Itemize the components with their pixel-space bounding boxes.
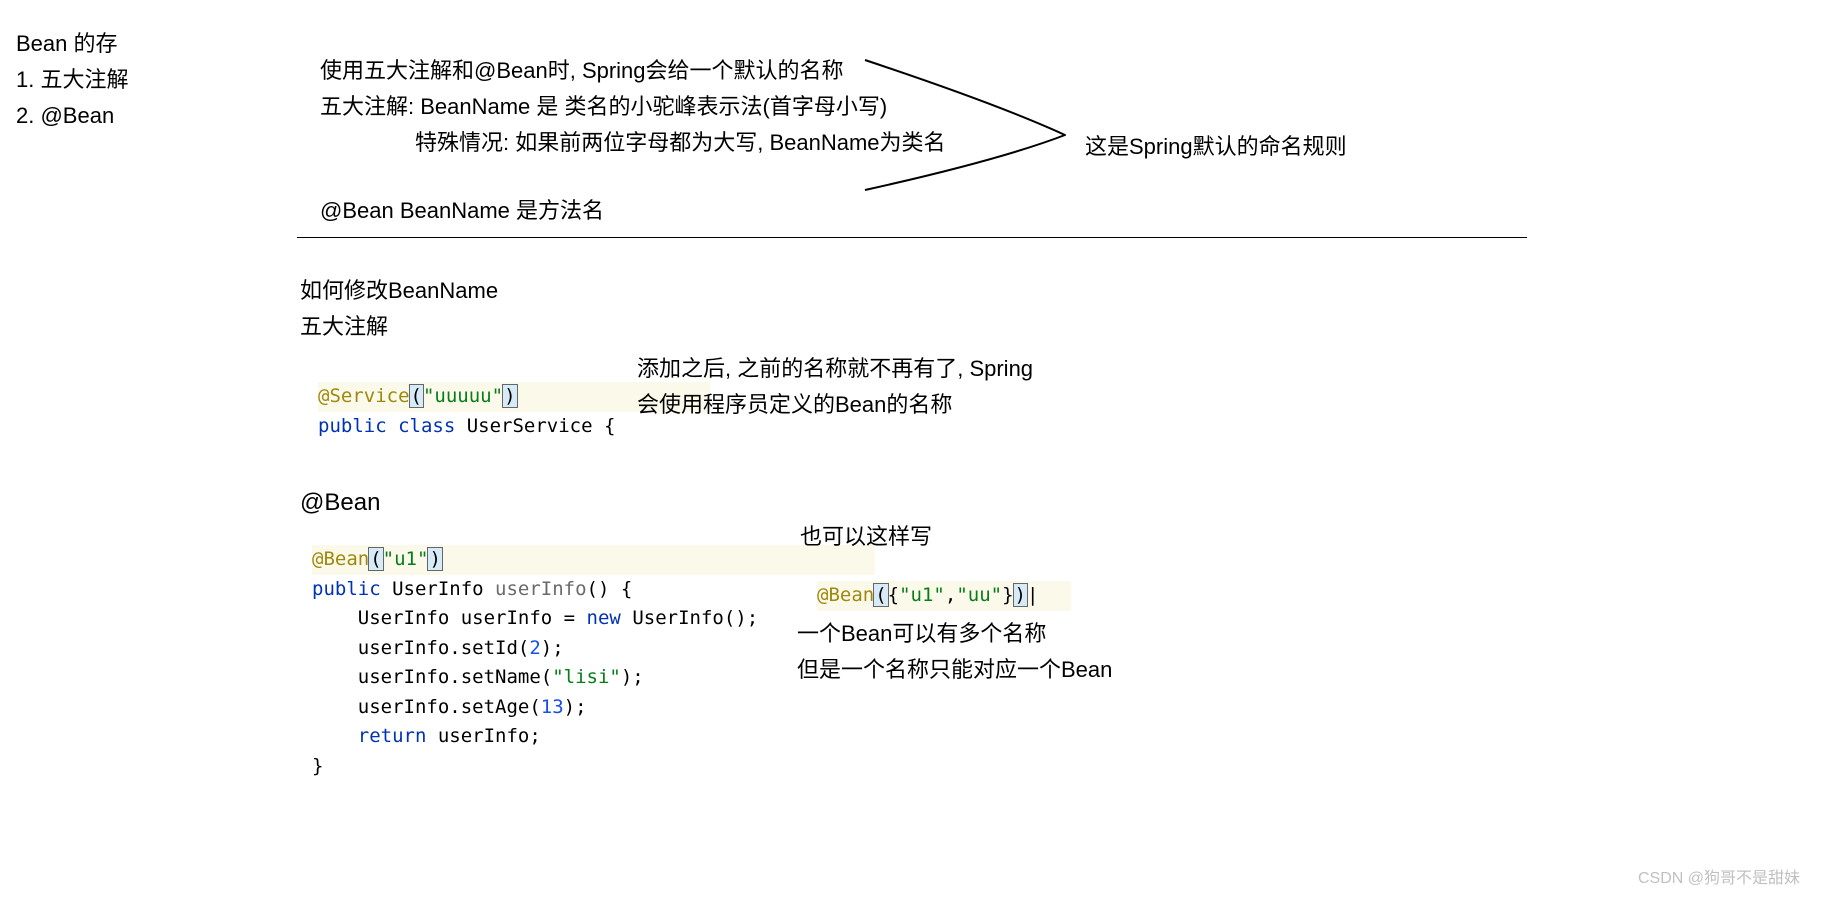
sidebar-title: Bean 的存 (16, 26, 118, 61)
note2b: 一个Bean可以有多个名称 (797, 615, 1046, 652)
c3s1: "u1" (899, 584, 945, 606)
note2a: 也可以这样写 (800, 518, 932, 555)
c2l5s: "lisi" (552, 666, 621, 688)
c2l4n: 2 (529, 637, 540, 659)
ann-service: @Service (318, 385, 410, 407)
note1a: 添加之后, 之前的名称就不再有了, Spring (637, 350, 1033, 387)
sidebar-item-1: 1. 五大注解 (16, 62, 128, 97)
kw-return: return (312, 725, 426, 747)
callout-text: 这是Spring默认的命名规则 (1085, 128, 1347, 165)
c2q1: " (383, 548, 394, 570)
c2rest: () { (587, 578, 633, 600)
sidebar-item-2: 2. @Bean (16, 98, 114, 133)
c2l8: } (312, 755, 323, 777)
note2c: 但是一个名称只能对应一个Bean (797, 651, 1112, 688)
c2q2: " (417, 548, 428, 570)
c2l6a: userInfo.setAge( (312, 696, 541, 718)
top-line4: @Bean BeanName 是方法名 (320, 192, 604, 229)
bracket-icon (860, 55, 1080, 195)
section2-title: 如何修改BeanName (300, 272, 498, 309)
c2val: u1 (394, 548, 417, 570)
q1: " (423, 385, 434, 407)
c2l3b: UserInfo(); (621, 607, 758, 629)
c2l6b: ); (564, 696, 587, 718)
c2l5a: userInfo.setName( (312, 666, 552, 688)
section2-sub1: 五大注解 (300, 308, 388, 345)
c2l4b: ); (541, 637, 564, 659)
code1-rest: UserService { (455, 415, 615, 437)
kw-public: public (318, 415, 387, 437)
ann-bean2: @Bean (817, 584, 874, 606)
c3s2: "uu" (956, 584, 1002, 606)
kw-public2: public (312, 578, 381, 600)
top-line1: 使用五大注解和@Bean时, Spring会给一个默认的名称 (320, 52, 844, 89)
c2name: userInfo (495, 578, 587, 600)
kw-new: new (587, 607, 621, 629)
c2l7b: userInfo; (426, 725, 540, 747)
kw-class: class (387, 415, 456, 437)
c2type: UserInfo (381, 578, 495, 600)
c2l6n: 13 (541, 696, 564, 718)
code-bean-method: @Bean("u1") public UserInfo userInfo() {… (312, 516, 875, 781)
c3comma: , (945, 584, 956, 606)
c2l5b: ); (621, 666, 644, 688)
ann-bean: @Bean (312, 548, 369, 570)
q2: " (492, 385, 503, 407)
code1-val: uuuuu (434, 385, 491, 407)
watermark: CSDN @狗哥不是甜妹 (1638, 864, 1800, 888)
c2l3a: UserInfo userInfo = (312, 607, 587, 629)
c2l4a: userInfo.setId( (312, 637, 529, 659)
divider (297, 237, 1527, 238)
code-bean-multi: @Bean({"u1","uu"})| (817, 552, 1071, 611)
top-line2: 五大注解: BeanName 是 类名的小驼峰表示法(首字母小写) (320, 88, 887, 125)
note1b: 会使用程序员定义的Bean的名称 (637, 386, 952, 423)
